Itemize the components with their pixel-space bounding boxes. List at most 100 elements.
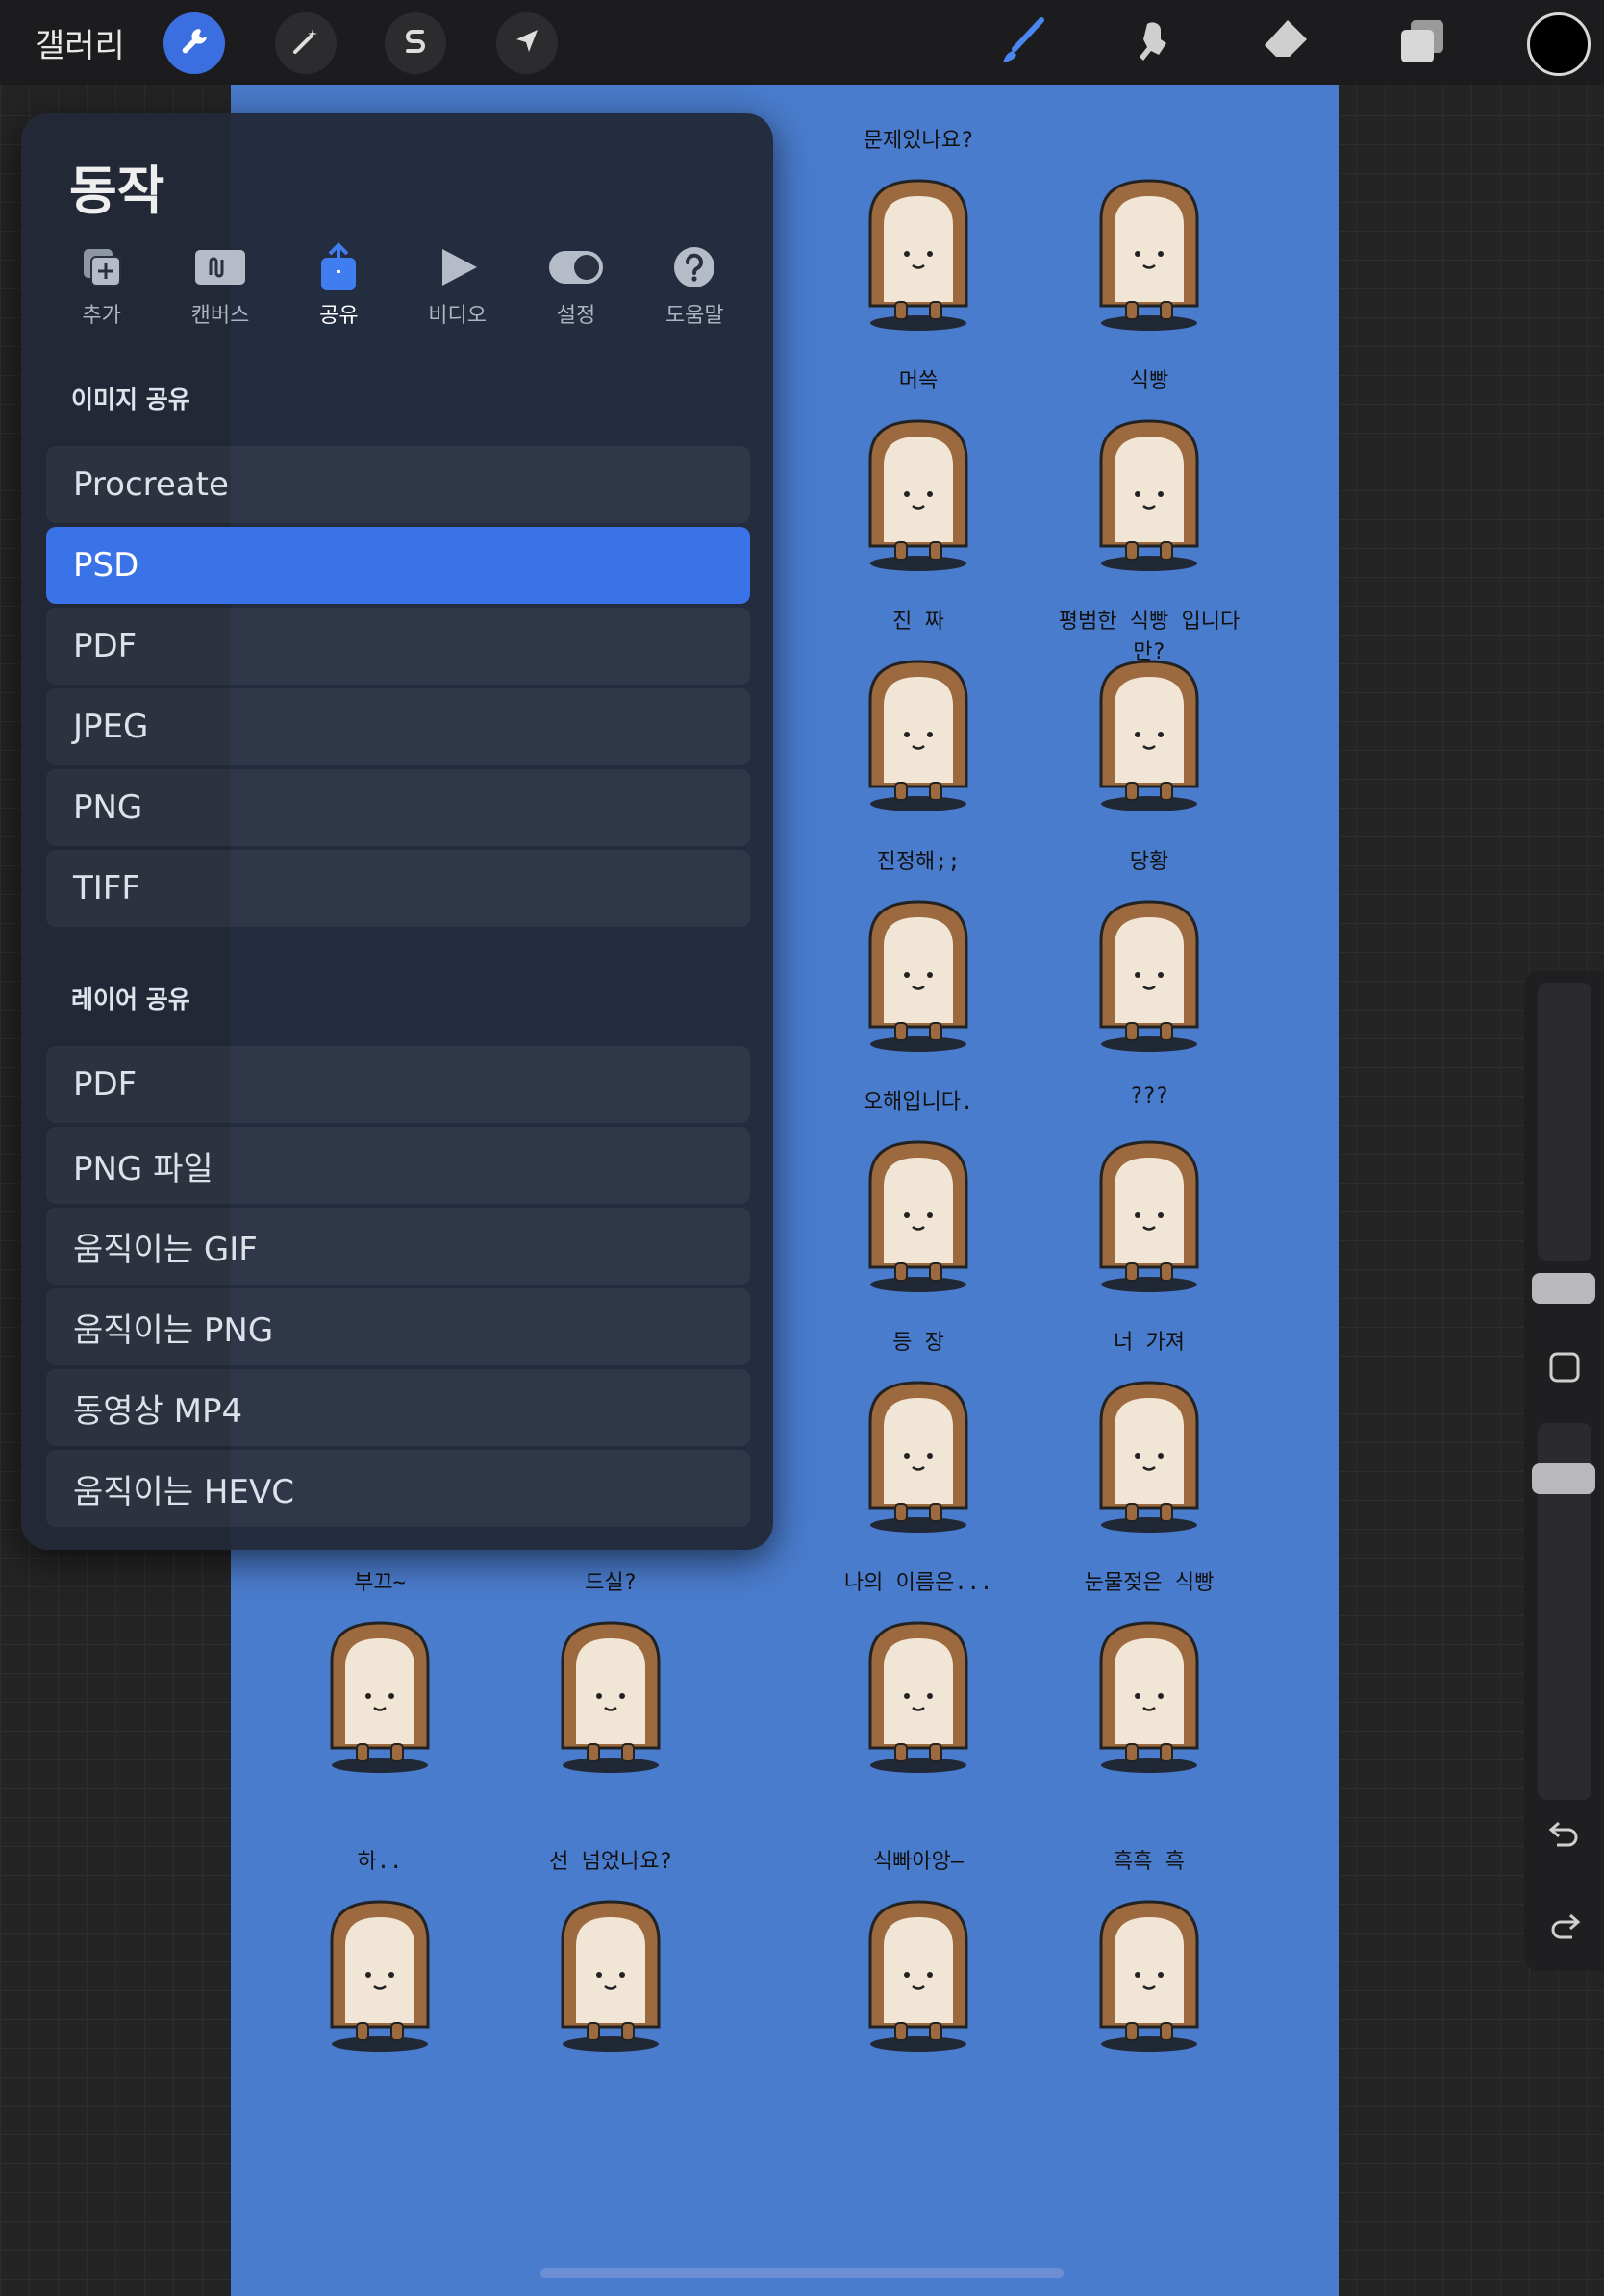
canvas-icon — [193, 240, 247, 294]
panel-title: 동작 — [69, 161, 165, 221]
opacity-handle[interactable] — [1532, 1463, 1595, 1494]
tab-settings[interactable]: 설정 — [516, 240, 635, 337]
sticker-caption: 진 짜 — [892, 610, 944, 634]
bread-character-icon — [1099, 1381, 1199, 1533]
bread-character-icon — [1099, 900, 1199, 1052]
sticker: 문제있나요? — [827, 123, 1010, 344]
bread-character-icon — [1099, 1900, 1199, 2052]
sticker-caption: 오해입니다. — [863, 1090, 974, 1114]
redo-button[interactable] — [1545, 1909, 1584, 1948]
sticker: 식빵 — [1058, 363, 1241, 585]
adjustments-button[interactable] — [275, 12, 337, 74]
redo-icon — [1547, 1909, 1582, 1948]
layers-icon — [1397, 16, 1447, 70]
sticker: 진정해;; — [827, 844, 1010, 1065]
bread-character-icon — [868, 660, 968, 811]
actions-panel: 동작 추가 캔버스 공유 비디오 설정 도움말 이미지 공유 Procreate… — [21, 113, 773, 1550]
tab-add[interactable]: 추가 — [42, 240, 161, 337]
sticker-caption: 눈물젖은 식빵 — [1084, 1571, 1215, 1595]
brush-button[interactable] — [990, 13, 1050, 73]
layer-animated-hevc-item[interactable]: 움직이는 HEVC — [46, 1450, 750, 1527]
undo-icon — [1547, 1817, 1582, 1856]
help-icon — [672, 240, 716, 294]
color-picker-button[interactable] — [1527, 12, 1591, 76]
selection-button[interactable] — [385, 12, 446, 74]
bread-character-icon — [1099, 419, 1199, 571]
bread-character-icon — [561, 1621, 661, 1773]
tab-share[interactable]: 공유 — [280, 240, 398, 337]
sticker: 선 넘었나요? — [519, 1844, 702, 2065]
modify-button[interactable] — [1545, 1350, 1584, 1388]
share-procreate-item[interactable]: Procreate — [46, 446, 750, 523]
sticker-caption: 식빵 — [1129, 369, 1169, 393]
bread-character-icon — [1099, 1621, 1199, 1773]
tab-share-label: 공유 — [319, 304, 359, 328]
smudge-button[interactable] — [1123, 13, 1183, 73]
add-image-icon — [80, 240, 124, 294]
sticker-caption: 등 장 — [892, 1331, 944, 1355]
share-png-item[interactable]: PNG — [46, 769, 750, 846]
tab-canvas[interactable]: 캔버스 — [161, 240, 279, 337]
bread-character-icon — [330, 1621, 430, 1773]
layer-share-header: 레이어 공유 — [71, 986, 190, 1013]
sticker: 등 장 — [827, 1325, 1010, 1546]
sticker-caption: 머쓱 — [898, 369, 939, 393]
layer-mp4-item[interactable]: 동영상 MP4 — [46, 1369, 750, 1446]
tab-canvas-label: 캔버스 — [190, 304, 250, 328]
action-tabs: 추가 캔버스 공유 비디오 설정 도움말 — [42, 240, 754, 337]
transform-button[interactable] — [496, 12, 558, 74]
bread-character-icon — [868, 419, 968, 571]
undo-button[interactable] — [1545, 1817, 1584, 1856]
selection-s-icon — [399, 25, 432, 62]
share-jpeg-item[interactable]: JPEG — [46, 688, 750, 765]
bread-character-icon — [868, 1621, 968, 1773]
tab-video-label: 비디오 — [428, 304, 488, 328]
sticker-caption: 문제있나요? — [863, 129, 974, 153]
actions-button[interactable] — [163, 12, 225, 74]
layers-button[interactable] — [1392, 13, 1452, 73]
smudge-icon — [1128, 16, 1178, 70]
sticker: 흑흑 흑 — [1058, 1844, 1241, 2065]
play-icon — [437, 240, 479, 294]
bread-character-icon — [868, 1140, 968, 1292]
gallery-button[interactable]: 갤러리 — [35, 19, 125, 66]
brush-size-slider[interactable] — [1538, 983, 1591, 1261]
sticker-caption: ??? — [1130, 1085, 1168, 1109]
brush-size-handle[interactable] — [1532, 1273, 1595, 1304]
layer-pdf-item[interactable]: PDF — [46, 1046, 750, 1123]
brush-icon — [993, 14, 1047, 72]
square-modify-icon — [1547, 1350, 1582, 1388]
tab-help[interactable]: 도움말 — [636, 240, 754, 337]
transform-arrow-icon — [511, 25, 543, 62]
bread-character-icon — [1099, 660, 1199, 811]
layer-animated-gif-item[interactable]: 움직이는 GIF — [46, 1208, 750, 1285]
sticker-caption: 하.. — [357, 1850, 403, 1874]
sticker: 머쓱 — [827, 363, 1010, 585]
sticker-caption: 드실? — [585, 1571, 637, 1595]
sticker-caption: 너 가져 — [1114, 1331, 1185, 1355]
home-indicator — [540, 2268, 1064, 2278]
bread-character-icon — [868, 900, 968, 1052]
sticker-caption: 부끄~ — [354, 1571, 406, 1595]
share-psd-item[interactable]: PSD — [46, 527, 750, 604]
bread-character-icon — [1099, 179, 1199, 331]
sticker: 나의 이름은... — [827, 1565, 1010, 1786]
image-share-list: Procreate PSD PDF JPEG PNG TIFF — [46, 446, 750, 931]
sticker-caption: 당황 — [1129, 850, 1169, 874]
sticker: 식빠아앙— — [827, 1844, 1010, 2065]
sticker-caption: 진정해;; — [876, 850, 961, 874]
bread-character-icon — [330, 1900, 430, 2052]
eraser-button[interactable] — [1256, 13, 1316, 73]
bread-character-icon — [868, 1381, 968, 1533]
share-tiff-item[interactable]: TIFF — [46, 850, 750, 927]
sticker: ??? — [1058, 1085, 1241, 1306]
tab-video[interactable]: 비디오 — [398, 240, 516, 337]
sticker: 드실? — [519, 1565, 702, 1786]
sticker-caption: 흑흑 흑 — [1114, 1850, 1185, 1874]
layer-png-files-item[interactable]: PNG 파일 — [46, 1127, 750, 1204]
layer-animated-png-item[interactable]: 움직이는 PNG — [46, 1288, 750, 1365]
share-pdf-item[interactable]: PDF — [46, 608, 750, 685]
bread-character-icon — [868, 1900, 968, 2052]
bread-character-icon — [1099, 1140, 1199, 1292]
image-share-header: 이미지 공유 — [71, 386, 190, 413]
